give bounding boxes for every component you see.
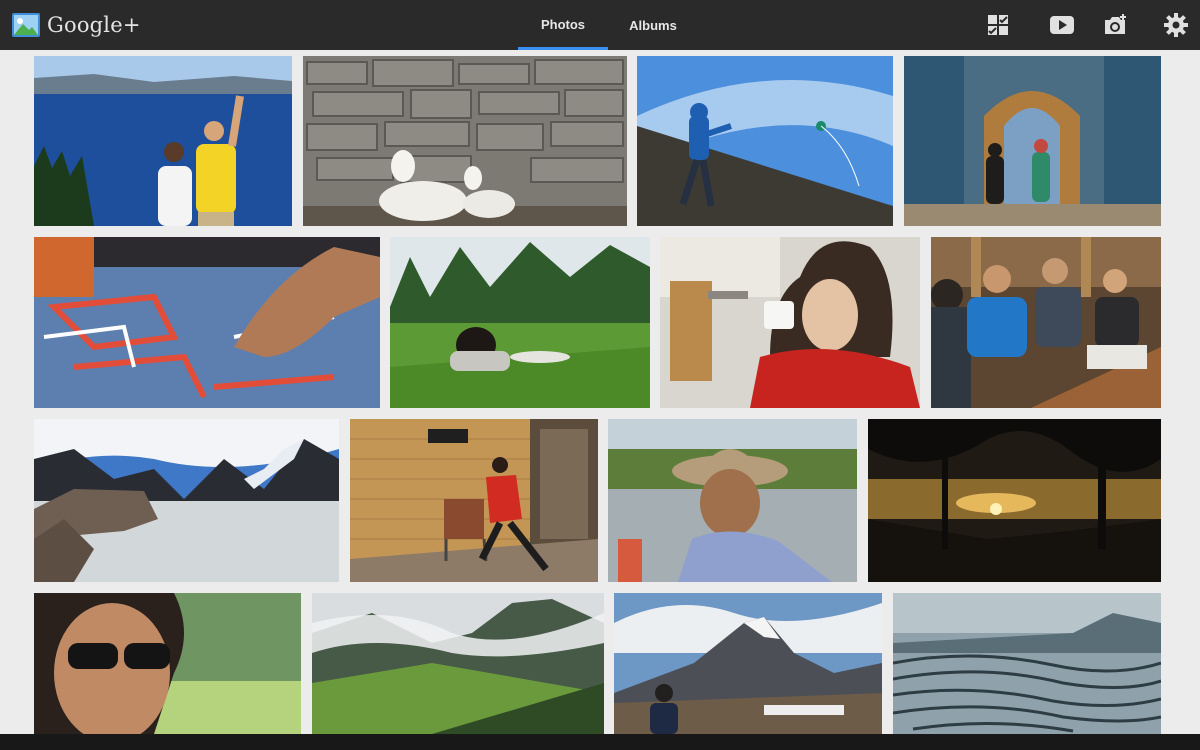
tab-bar: Photos Albums: [518, 0, 698, 50]
photo-mosque-archway[interactable]: [904, 56, 1161, 226]
top-app-bar: Google+ Photos Albums: [0, 0, 1200, 50]
photo-hiker-mountain[interactable]: [614, 593, 882, 734]
photo-goats-wall[interactable]: [303, 56, 627, 226]
google-plus-photos-logo[interactable]: Google+: [12, 10, 141, 40]
select-photos-icon[interactable]: [984, 11, 1012, 39]
photo-kite-child[interactable]: [637, 56, 893, 226]
tab-albums[interactable]: Albums: [608, 0, 698, 50]
photos-logo-icon: [12, 13, 40, 37]
camera-upload-icon[interactable]: [1102, 11, 1130, 39]
bottom-system-bar: [0, 734, 1200, 750]
photo-man-hat-boat[interactable]: [608, 419, 857, 582]
photo-misty-mountains[interactable]: [312, 593, 604, 734]
youtube-icon[interactable]: [1048, 11, 1076, 39]
settings-gear-icon[interactable]: [1162, 11, 1190, 39]
photo-friends-restaurant[interactable]: [931, 237, 1161, 408]
photo-rice-terraces[interactable]: [893, 593, 1161, 734]
photo-couple-lake[interactable]: [34, 56, 292, 226]
photo-woman-grass[interactable]: [390, 237, 650, 408]
brand-title: Google+: [47, 13, 141, 37]
photo-platform-trolley[interactable]: [350, 419, 598, 582]
photo-sunset-silhouette[interactable]: [868, 419, 1161, 582]
photo-woman-coffee[interactable]: [660, 237, 920, 408]
photo-woman-sunglasses[interactable]: [34, 593, 301, 734]
photo-hand-textile[interactable]: [34, 237, 380, 408]
tab-photos[interactable]: Photos: [518, 0, 608, 50]
photo-frozen-lake[interactable]: [34, 419, 339, 582]
